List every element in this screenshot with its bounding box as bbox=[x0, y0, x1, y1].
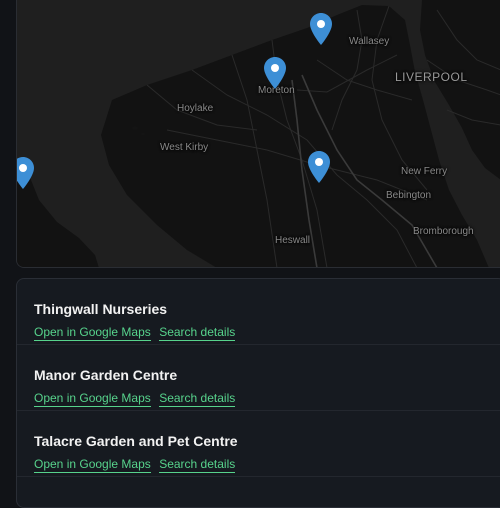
list-item: Talacre Garden and Pet Centre Open in Go… bbox=[17, 411, 500, 477]
island bbox=[141, 132, 145, 136]
open-in-google-maps-link[interactable]: Open in Google Maps bbox=[34, 391, 151, 407]
open-in-google-maps-link[interactable]: Open in Google Maps bbox=[34, 325, 151, 341]
list-item: Manor Garden Centre Open in Google Maps … bbox=[17, 345, 500, 411]
result-links: Open in Google Maps Search details bbox=[34, 389, 239, 407]
search-details-link[interactable]: Search details bbox=[159, 391, 236, 407]
map-pin-icon[interactable] bbox=[263, 56, 287, 90]
map-pin-icon[interactable] bbox=[17, 156, 35, 190]
place-label-bromborough: Bromborough bbox=[413, 226, 474, 237]
place-label-new-ferry: New Ferry bbox=[401, 166, 448, 177]
page-margin bbox=[0, 0, 16, 500]
search-details-link[interactable]: Search details bbox=[159, 457, 236, 473]
place-label-bebington: Bebington bbox=[386, 190, 432, 201]
place-label-west-kirby: West Kirby bbox=[160, 142, 209, 153]
search-details-link[interactable]: Search details bbox=[159, 325, 236, 341]
place-label-wallasey: Wallasey bbox=[349, 36, 390, 47]
map-pin-icon[interactable] bbox=[307, 150, 331, 184]
result-links: Open in Google Maps Search details bbox=[34, 323, 239, 341]
list-item: Thingwall Nurseries Open in Google Maps … bbox=[17, 279, 500, 345]
island bbox=[132, 126, 138, 130]
result-name: Thingwall Nurseries bbox=[34, 301, 168, 317]
open-in-google-maps-link[interactable]: Open in Google Maps bbox=[34, 457, 151, 473]
results-list: Thingwall Nurseries Open in Google Maps … bbox=[16, 278, 500, 508]
result-name: Manor Garden Centre bbox=[34, 367, 178, 383]
map-pin-icon[interactable] bbox=[309, 12, 333, 46]
result-links: Open in Google Maps Search details bbox=[34, 455, 239, 473]
place-label-hoylake: Hoylake bbox=[177, 103, 214, 114]
result-name: Talacre Garden and Pet Centre bbox=[34, 433, 238, 449]
map-view[interactable]: Wallasey LIVERPOOL Moreton Hoylake West … bbox=[16, 0, 500, 268]
place-label-heswall: Heswall bbox=[275, 235, 311, 246]
place-label-liverpool: LIVERPOOL bbox=[395, 70, 468, 84]
